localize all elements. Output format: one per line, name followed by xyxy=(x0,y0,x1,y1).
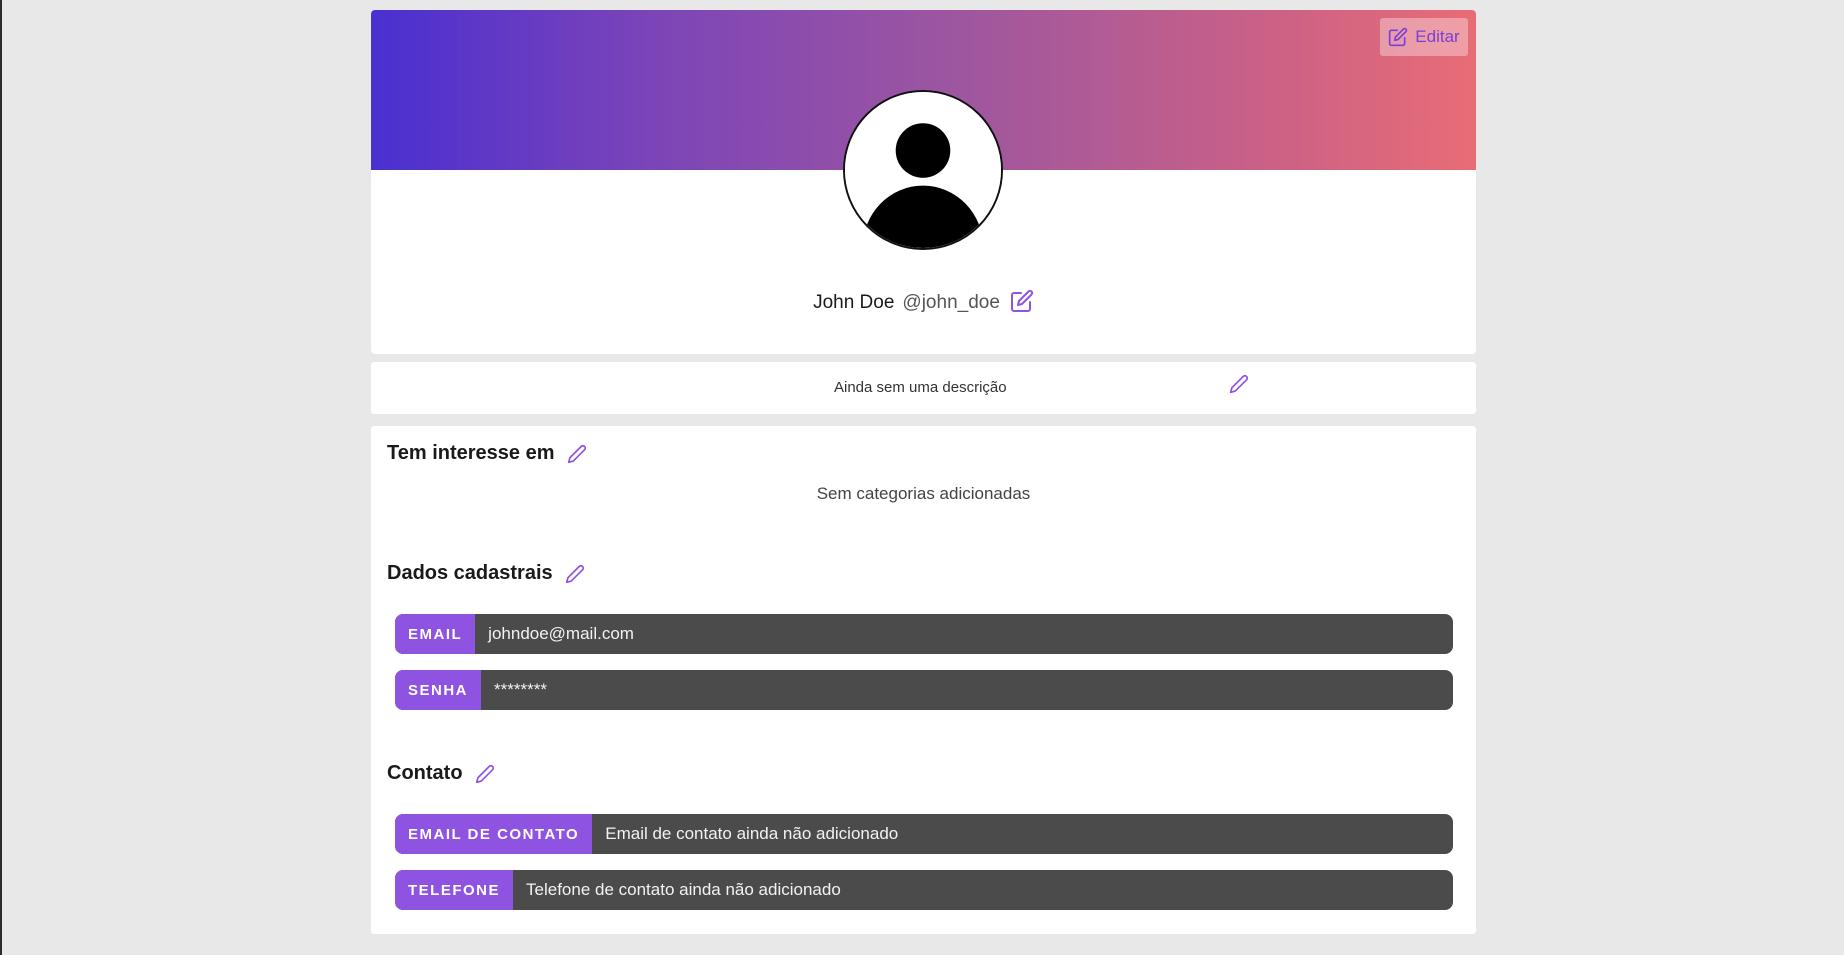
profile-name-row: John Doe @john_doe xyxy=(371,289,1476,314)
email-field-label: EMAIL xyxy=(395,614,476,654)
interests-empty-message: Sem categorias adicionadas xyxy=(816,484,1031,503)
registration-title: Dados cadastrais xyxy=(387,562,553,584)
phone-field-value: Telefone de contato ainda não adicionado xyxy=(526,880,841,899)
edit-profile-button[interactable]: Editar xyxy=(1380,18,1468,56)
email-field-value: johndoe@mail.com xyxy=(488,624,634,643)
password-field-label: SENHA xyxy=(395,670,482,710)
user-avatar-icon xyxy=(845,92,1001,248)
edit-interests-pencil-icon[interactable] xyxy=(567,444,587,464)
phone-field[interactable]: TELEFONE Telefone de contato ainda não a… xyxy=(395,870,1453,910)
profile-card: Editar John Doe @john_doe xyxy=(371,10,1476,354)
profile-page: Editar John Doe @john_doe Ainda sem uma … xyxy=(371,10,1476,934)
details-card: Tem interesse em Sem categorias adiciona… xyxy=(371,426,1476,934)
contact-title: Contato xyxy=(387,762,463,784)
password-field[interactable]: SENHA ******** xyxy=(395,670,1453,710)
password-field-value: ******** xyxy=(494,680,547,699)
registration-heading: Dados cadastrais xyxy=(387,562,585,585)
description-text: Ainda sem uma descrição xyxy=(834,379,1007,396)
phone-field-label: TELEFONE xyxy=(395,870,514,910)
email-field[interactable]: EMAIL johndoe@mail.com xyxy=(395,614,1453,654)
avatar[interactable] xyxy=(843,90,1003,250)
interests-title: Tem interesse em xyxy=(387,442,555,464)
contact-email-field-value: Email de contato ainda não adicionado xyxy=(605,824,899,843)
contact-email-field-label: EMAIL DE CONTATO xyxy=(395,814,593,854)
edit-square-icon xyxy=(1389,27,1408,47)
edit-name-icon[interactable] xyxy=(1010,289,1034,313)
contact-email-field[interactable]: EMAIL DE CONTATO Email de contato ainda … xyxy=(395,814,1453,854)
edit-description-pencil-icon[interactable] xyxy=(1229,374,1249,394)
edit-profile-label: Editar xyxy=(1415,27,1460,46)
profile-handle: @john_doe xyxy=(902,292,1000,313)
description-card: Ainda sem uma descrição xyxy=(371,362,1476,414)
interests-heading: Tem interesse em xyxy=(387,442,587,465)
contact-heading: Contato xyxy=(387,762,495,785)
profile-name: John Doe xyxy=(813,292,895,313)
edit-registration-pencil-icon[interactable] xyxy=(565,564,585,584)
window-left-border xyxy=(0,0,2,955)
edit-contact-pencil-icon[interactable] xyxy=(475,764,495,784)
